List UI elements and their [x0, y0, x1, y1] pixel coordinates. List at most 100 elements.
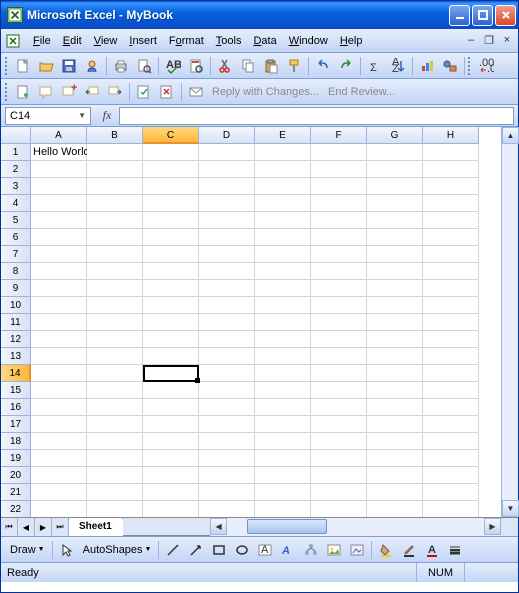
cell-C13[interactable]	[143, 348, 199, 365]
cell-H10[interactable]	[423, 297, 479, 314]
cell-A19[interactable]	[31, 450, 87, 467]
row-header-17[interactable]: 17	[1, 416, 31, 433]
format-painter-icon[interactable]	[283, 55, 305, 77]
col-header-E[interactable]: E	[255, 127, 311, 144]
cell-A13[interactable]	[31, 348, 87, 365]
cell-C19[interactable]	[143, 450, 199, 467]
cell-D13[interactable]	[199, 348, 255, 365]
cell-C9[interactable]	[143, 280, 199, 297]
row-header-13[interactable]: 13	[1, 348, 31, 365]
cell-H3[interactable]	[423, 178, 479, 195]
col-header-F[interactable]: F	[311, 127, 367, 144]
new-icon[interactable]	[12, 55, 34, 77]
cell-G11[interactable]	[367, 314, 423, 331]
row-header-12[interactable]: 12	[1, 331, 31, 348]
cell-E12[interactable]	[255, 331, 311, 348]
cell-E19[interactable]	[255, 450, 311, 467]
row-header-15[interactable]: 15	[1, 382, 31, 399]
print-icon[interactable]	[110, 55, 132, 77]
undo-icon[interactable]	[312, 55, 334, 77]
cell-A17[interactable]	[31, 416, 87, 433]
cell-F8[interactable]	[311, 263, 367, 280]
cell-B10[interactable]	[87, 297, 143, 314]
cell-C11[interactable]	[143, 314, 199, 331]
cell-E13[interactable]	[255, 348, 311, 365]
cell-F7[interactable]	[311, 246, 367, 263]
review-doc-icon[interactable]	[12, 81, 34, 103]
cell-C8[interactable]	[143, 263, 199, 280]
chevron-down-icon[interactable]: ▼	[78, 111, 86, 120]
doc-close-button[interactable]: ×	[500, 34, 514, 47]
cell-D22[interactable]	[199, 501, 255, 517]
row-header-2[interactable]: 2	[1, 161, 31, 178]
cell-G6[interactable]	[367, 229, 423, 246]
rectangle-icon[interactable]	[208, 539, 230, 561]
reply-changes-button[interactable]: Reply with Changes...	[208, 86, 323, 98]
tab-prev-icon[interactable]: ◀	[18, 518, 35, 536]
cell-F11[interactable]	[311, 314, 367, 331]
fill-color-icon[interactable]	[375, 539, 397, 561]
row-header-21[interactable]: 21	[1, 484, 31, 501]
scroll-up-icon[interactable]: ▲	[502, 127, 519, 144]
horizontal-scrollbar[interactable]: ◀ ▶	[210, 518, 501, 536]
cell-B6[interactable]	[87, 229, 143, 246]
diagram-icon[interactable]	[300, 539, 322, 561]
cell-E15[interactable]	[255, 382, 311, 399]
menu-file[interactable]: File	[27, 33, 57, 49]
cell-C2[interactable]	[143, 161, 199, 178]
autoshapes-button[interactable]: AutoShapes ▼	[79, 539, 156, 561]
cell-H22[interactable]	[423, 501, 479, 517]
cell-H17[interactable]	[423, 416, 479, 433]
cell-D2[interactable]	[199, 161, 255, 178]
cell-C20[interactable]	[143, 467, 199, 484]
cell-E22[interactable]	[255, 501, 311, 517]
menu-edit[interactable]: Edit	[57, 33, 88, 49]
textbox-icon[interactable]: A	[254, 539, 276, 561]
cell-C6[interactable]	[143, 229, 199, 246]
cell-D16[interactable]	[199, 399, 255, 416]
cell-B11[interactable]	[87, 314, 143, 331]
clipart-icon[interactable]	[323, 539, 345, 561]
row-header-10[interactable]: 10	[1, 297, 31, 314]
cell-G15[interactable]	[367, 382, 423, 399]
col-header-D[interactable]: D	[199, 127, 255, 144]
doc-minimize-button[interactable]: –	[464, 34, 478, 47]
cell-A22[interactable]	[31, 501, 87, 517]
accept-change-icon[interactable]	[133, 81, 155, 103]
cell-D21[interactable]	[199, 484, 255, 501]
line-icon[interactable]	[162, 539, 184, 561]
menu-insert[interactable]: Insert	[123, 33, 163, 49]
cell-H21[interactable]	[423, 484, 479, 501]
row-header-14[interactable]: 14	[1, 365, 31, 382]
cell-A21[interactable]	[31, 484, 87, 501]
cell-F20[interactable]	[311, 467, 367, 484]
cell-G3[interactable]	[367, 178, 423, 195]
sheet-tab-sheet1[interactable]: Sheet1	[68, 518, 123, 536]
show-comments-icon[interactable]	[35, 81, 57, 103]
cell-H16[interactable]	[423, 399, 479, 416]
cell-H15[interactable]	[423, 382, 479, 399]
cell-F18[interactable]	[311, 433, 367, 450]
scroll-right-icon[interactable]: ▶	[484, 518, 501, 535]
font-color-icon[interactable]: A	[421, 539, 443, 561]
sort-icon[interactable]: AZ	[387, 55, 409, 77]
cell-A1[interactable]: Hello World!	[31, 144, 87, 161]
wordart-icon[interactable]: A	[277, 539, 299, 561]
cell-G17[interactable]	[367, 416, 423, 433]
cell-G21[interactable]	[367, 484, 423, 501]
toolbar-grip[interactable]	[5, 83, 9, 101]
cell-A10[interactable]	[31, 297, 87, 314]
cell-C5[interactable]	[143, 212, 199, 229]
cell-B22[interactable]	[87, 501, 143, 517]
cell-D8[interactable]	[199, 263, 255, 280]
cell-H8[interactable]	[423, 263, 479, 280]
cell-C22[interactable]	[143, 501, 199, 517]
row-header-5[interactable]: 5	[1, 212, 31, 229]
cell-H7[interactable]	[423, 246, 479, 263]
cell-E16[interactable]	[255, 399, 311, 416]
cell-F21[interactable]	[311, 484, 367, 501]
cell-C4[interactable]	[143, 195, 199, 212]
cell-G5[interactable]	[367, 212, 423, 229]
row-header-6[interactable]: 6	[1, 229, 31, 246]
menu-format[interactable]: Format	[163, 33, 210, 49]
